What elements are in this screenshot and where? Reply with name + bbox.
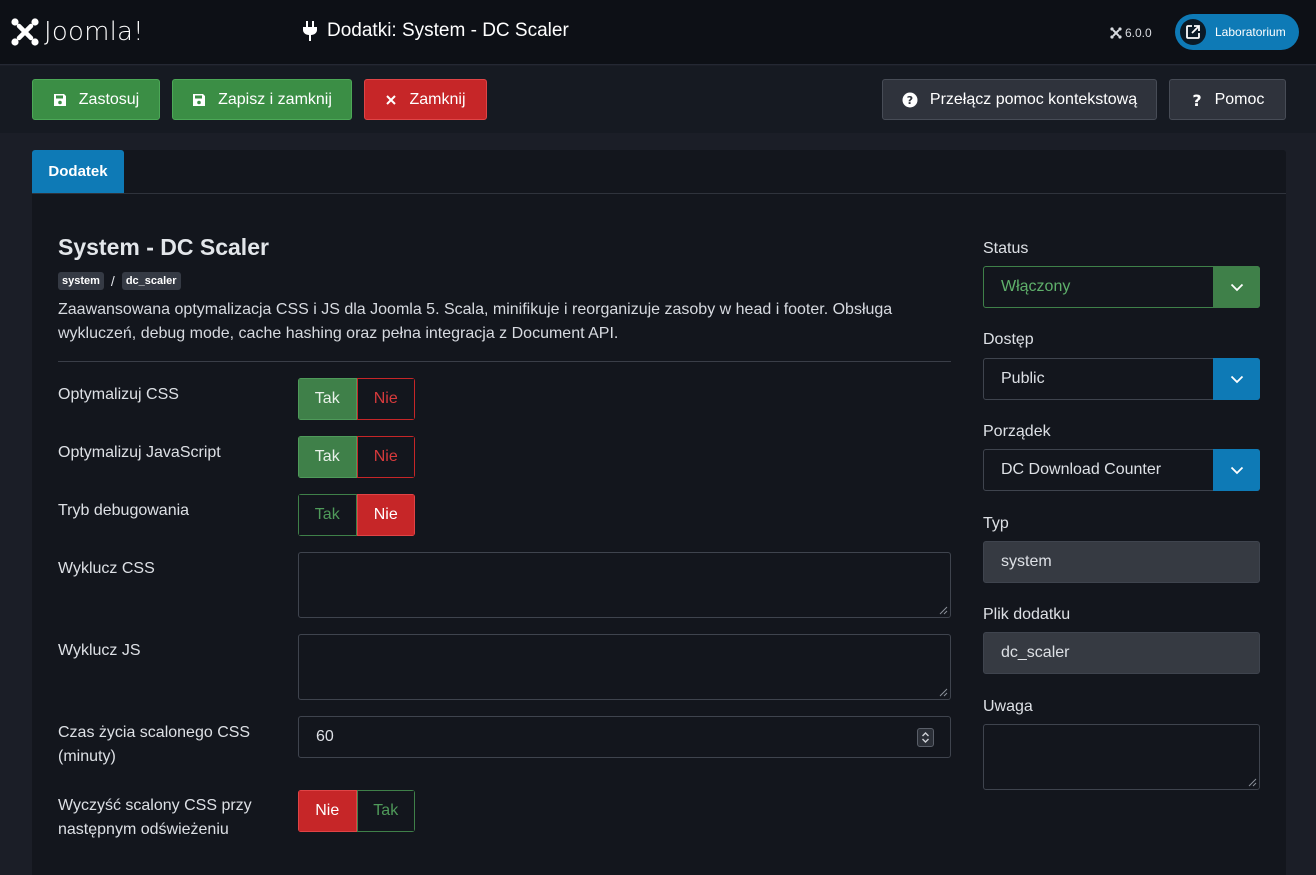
help-button[interactable]: ? Pomoc	[1169, 79, 1286, 120]
debug-mode-yes[interactable]: Tak	[298, 494, 357, 536]
access-value: Public	[1001, 370, 1045, 387]
debug-mode-label: Tryb debugowania	[58, 502, 190, 519]
close-button[interactable]: Zamknij	[364, 79, 487, 120]
view-site-button[interactable]: Laboratorium	[1175, 14, 1299, 50]
status-label: Status	[983, 240, 1029, 257]
resize-grip-icon[interactable]	[1248, 778, 1257, 787]
save-icon	[53, 93, 66, 106]
cache-lifetime-value: 60	[316, 728, 334, 745]
toggle-help-label: Przełącz pomoc kontekstową	[929, 90, 1138, 108]
joomla-brand-text: Joomla!	[44, 17, 144, 47]
group-badge: system	[58, 272, 104, 290]
question-circle-icon: ?	[902, 92, 918, 107]
exclude-js-textarea[interactable]	[298, 634, 951, 700]
plugin-file-field: dc_scaler	[983, 632, 1260, 674]
cache-lifetime-label: Czas życia scalonego CSS (minuty)	[58, 724, 251, 765]
badge-separator: /	[110, 273, 115, 289]
optimize-css-label: Optymalizuj CSS	[58, 386, 179, 403]
optimize-js-switch: Tak Nie	[298, 436, 415, 478]
clear-cache-no[interactable]: Nie	[298, 790, 357, 832]
note-label: Uwaga	[983, 698, 1033, 715]
version-text: 6.0.0	[1125, 26, 1152, 40]
help-label: Pomoc	[1214, 90, 1265, 108]
apply-button[interactable]: Zastosuj	[32, 79, 160, 120]
page-title: Dodatki: System - DC Scaler	[303, 20, 569, 42]
element-badge: dc_scaler	[121, 272, 181, 290]
status-value: Włączony	[1001, 278, 1071, 295]
clear-cache-label: Wyczyść scalony CSS przy następnym odświ…	[58, 797, 252, 838]
resize-grip-icon[interactable]	[939, 688, 948, 697]
plugin-description: Zaawansowana optymalizacja CSS i JS dla …	[58, 301, 893, 342]
svg-text:?: ?	[907, 94, 913, 107]
clear-cache-yes[interactable]: Tak	[356, 790, 415, 832]
save-close-button[interactable]: Zapisz i zamknij	[172, 79, 352, 120]
save-icon	[193, 93, 206, 106]
plugin-file-label: Plik dodatku	[983, 606, 1071, 623]
question-icon: ?	[1192, 92, 1201, 108]
apply-label: Zastosuj	[78, 90, 140, 108]
close-icon	[386, 94, 397, 105]
chevron-down-icon	[1213, 266, 1260, 308]
optimize-js-label: Optymalizuj JavaScript	[58, 444, 221, 461]
version-info: 6.0.0	[1110, 26, 1152, 40]
joomla-logo-icon	[11, 18, 39, 46]
header: Joomla! Dodatki: System - DC Scaler 6.0.…	[0, 0, 1316, 65]
toggle-help-button[interactable]: ? Przełącz pomoc kontekstową	[882, 79, 1157, 120]
access-select[interactable]: Public	[983, 358, 1260, 400]
plugin-title: System - DC Scaler	[58, 234, 269, 260]
type-field: system	[983, 541, 1260, 583]
svg-text:?: ?	[1192, 92, 1201, 108]
exclude-js-label: Wyklucz JS	[58, 642, 141, 659]
type-label: Typ	[983, 515, 1009, 532]
plugin-badges: system / dc_scaler	[58, 272, 181, 290]
chevron-down-icon	[1213, 358, 1260, 400]
ordering-label: Porządek	[983, 423, 1051, 440]
page-title-text: Dodatki: System - DC Scaler	[327, 20, 569, 41]
joomla-small-icon	[1110, 27, 1122, 39]
chevron-down-icon	[1213, 449, 1260, 491]
optimize-js-no[interactable]: Nie	[356, 436, 415, 478]
exclude-css-textarea[interactable]	[298, 552, 951, 618]
divider	[58, 361, 951, 362]
joomla-logo[interactable]: Joomla!	[10, 17, 144, 47]
optimize-css-yes[interactable]: Tak	[298, 378, 357, 420]
save-close-label: Zapisz i zamknij	[218, 90, 332, 108]
spinner-arrows-icon	[922, 732, 929, 743]
close-label: Zamknij	[409, 90, 466, 108]
plug-icon	[303, 21, 317, 41]
access-label: Dostęp	[983, 331, 1034, 348]
note-textarea[interactable]	[983, 724, 1260, 790]
site-name: Laboratorium	[1215, 25, 1286, 39]
ordering-value: DC Download Counter	[1001, 461, 1162, 478]
cache-lifetime-input[interactable]: 60	[298, 716, 951, 758]
number-spinner[interactable]	[917, 728, 934, 747]
resize-grip-icon[interactable]	[939, 606, 948, 615]
toolbar: Zastosuj Zapisz i zamknij Zamknij ? Prze…	[0, 66, 1316, 133]
clear-cache-switch: Nie Tak	[298, 790, 415, 832]
external-link-icon	[1180, 19, 1206, 45]
exclude-css-label: Wyklucz CSS	[58, 560, 155, 577]
optimize-css-no[interactable]: Nie	[356, 378, 415, 420]
optimize-js-yes[interactable]: Tak	[298, 436, 357, 478]
debug-mode-no[interactable]: Nie	[356, 494, 415, 536]
status-select[interactable]: Włączony	[983, 266, 1260, 308]
tab-divider	[32, 193, 1286, 194]
tab-dodatek[interactable]: Dodatek	[32, 150, 124, 193]
ordering-select[interactable]: DC Download Counter	[983, 449, 1260, 491]
optimize-css-switch: Tak Nie	[298, 378, 415, 420]
debug-mode-switch: Tak Nie	[298, 494, 415, 536]
